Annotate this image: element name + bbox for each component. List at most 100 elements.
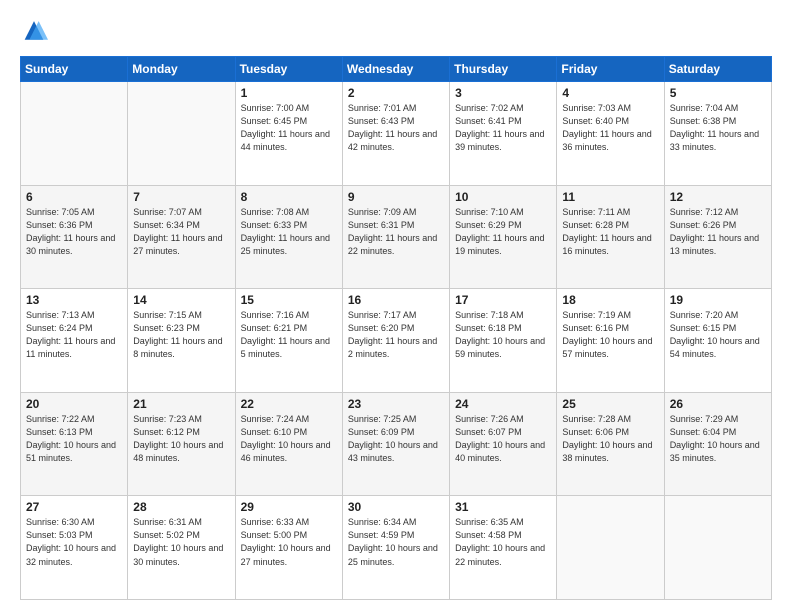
day-number: 16 (348, 293, 444, 307)
day-number: 20 (26, 397, 122, 411)
day-number: 6 (26, 190, 122, 204)
day-number: 4 (562, 86, 658, 100)
day-number: 23 (348, 397, 444, 411)
day-info: Sunrise: 7:15 AMSunset: 6:23 PMDaylight:… (133, 309, 229, 361)
calendar-cell: 26 Sunrise: 7:29 AMSunset: 6:04 PMDayligh… (664, 392, 771, 496)
day-info: Sunrise: 7:22 AMSunset: 6:13 PMDaylight:… (26, 413, 122, 465)
day-number: 5 (670, 86, 766, 100)
col-header-wednesday: Wednesday (342, 57, 449, 82)
calendar-cell: 30Sunrise: 6:34 AMSunset: 4:59 PMDayligh… (342, 496, 449, 600)
day-number: 14 (133, 293, 229, 307)
calendar-cell: 3Sunrise: 7:02 AMSunset: 6:41 PMDaylight… (450, 82, 557, 186)
day-number: 2 (348, 86, 444, 100)
day-info: Sunrise: 7:09 AMSunset: 6:31 PMDaylight:… (348, 206, 444, 258)
day-info: Sunrise: 7:02 AMSunset: 6:41 PMDaylight:… (455, 102, 551, 154)
calendar-cell (557, 496, 664, 600)
calendar-cell: 9 Sunrise: 7:09 AMSunset: 6:31 PMDaylight… (342, 185, 449, 289)
calendar-cell: 11 Sunrise: 7:11 AMSunset: 6:28 PMDayligh… (557, 185, 664, 289)
day-info: Sunrise: 6:34 AMSunset: 4:59 PMDaylight:… (348, 516, 444, 568)
calendar-week-1: 1Sunrise: 7:00 AMSunset: 6:45 PMDaylight… (21, 82, 772, 186)
calendar-cell: 13 Sunrise: 7:13 AMSunset: 6:24 PMDayligh… (21, 289, 128, 393)
day-info: Sunrise: 7:29 AMSunset: 6:04 PMDaylight:… (670, 413, 766, 465)
day-number: 25 (562, 397, 658, 411)
day-info: Sunrise: 7:25 AMSunset: 6:09 PMDaylight:… (348, 413, 444, 465)
col-header-sunday: Sunday (21, 57, 128, 82)
day-info: Sunrise: 7:17 AMSunset: 6:20 PMDaylight:… (348, 309, 444, 361)
logo (20, 18, 52, 46)
calendar-week-5: 27 Sunrise: 6:30 AMSunset: 5:03 PMDayligh… (21, 496, 772, 600)
col-header-thursday: Thursday (450, 57, 557, 82)
calendar-table: SundayMondayTuesdayWednesdayThursdayFrid… (20, 56, 772, 600)
day-info: Sunrise: 7:07 AMSunset: 6:34 PMDaylight:… (133, 206, 229, 258)
day-number: 17 (455, 293, 551, 307)
day-info: Sunrise: 7:26 AMSunset: 6:07 PMDaylight:… (455, 413, 551, 465)
day-info: Sunrise: 7:24 AMSunset: 6:10 PMDaylight:… (241, 413, 337, 465)
calendar-cell: 29 Sunrise: 6:33 AMSunset: 5:00 PMDayligh… (235, 496, 342, 600)
day-number: 19 (670, 293, 766, 307)
calendar-week-4: 20 Sunrise: 7:22 AMSunset: 6:13 PMDayligh… (21, 392, 772, 496)
calendar-cell: 25 Sunrise: 7:28 AMSunset: 6:06 PMDayligh… (557, 392, 664, 496)
col-header-friday: Friday (557, 57, 664, 82)
day-info: Sunrise: 7:05 AMSunset: 6:36 PMDaylight:… (26, 206, 122, 258)
day-info: Sunrise: 7:12 AMSunset: 6:26 PMDaylight:… (670, 206, 766, 258)
col-header-tuesday: Tuesday (235, 57, 342, 82)
day-info: Sunrise: 6:35 AMSunset: 4:58 PMDaylight:… (455, 516, 551, 568)
day-number: 21 (133, 397, 229, 411)
day-number: 11 (562, 190, 658, 204)
day-number: 10 (455, 190, 551, 204)
day-info: Sunrise: 7:20 AMSunset: 6:15 PMDaylight:… (670, 309, 766, 361)
day-number: 1 (241, 86, 337, 100)
calendar-cell: 19 Sunrise: 7:20 AMSunset: 6:15 PMDayligh… (664, 289, 771, 393)
day-info: Sunrise: 7:04 AMSunset: 6:38 PMDaylight:… (670, 102, 766, 154)
day-number: 15 (241, 293, 337, 307)
day-info: Sunrise: 7:03 AMSunset: 6:40 PMDaylight:… (562, 102, 658, 154)
day-number: 26 (670, 397, 766, 411)
calendar-cell: 28Sunrise: 6:31 AMSunset: 5:02 PMDayligh… (128, 496, 235, 600)
calendar-cell: 1Sunrise: 7:00 AMSunset: 6:45 PMDaylight… (235, 82, 342, 186)
calendar-cell: 2Sunrise: 7:01 AMSunset: 6:43 PMDaylight… (342, 82, 449, 186)
day-info: Sunrise: 6:30 AMSunset: 5:03 PMDaylight:… (26, 516, 122, 568)
calendar-cell (664, 496, 771, 600)
day-number: 24 (455, 397, 551, 411)
day-number: 31 (455, 500, 551, 514)
calendar-cell: 15 Sunrise: 7:16 AMSunset: 6:21 PMDayligh… (235, 289, 342, 393)
day-info: Sunrise: 7:18 AMSunset: 6:18 PMDaylight:… (455, 309, 551, 361)
calendar-cell: 31 Sunrise: 6:35 AMSunset: 4:58 PMDayligh… (450, 496, 557, 600)
calendar-cell: 4 Sunrise: 7:03 AMSunset: 6:40 PMDaylight… (557, 82, 664, 186)
calendar-cell: 24 Sunrise: 7:26 AMSunset: 6:07 PMDayligh… (450, 392, 557, 496)
calendar-cell: 27 Sunrise: 6:30 AMSunset: 5:03 PMDayligh… (21, 496, 128, 600)
day-info: Sunrise: 7:11 AMSunset: 6:28 PMDaylight:… (562, 206, 658, 258)
calendar-cell (21, 82, 128, 186)
calendar-cell (128, 82, 235, 186)
col-header-saturday: Saturday (664, 57, 771, 82)
day-number: 9 (348, 190, 444, 204)
calendar-cell: 20 Sunrise: 7:22 AMSunset: 6:13 PMDayligh… (21, 392, 128, 496)
calendar-cell: 18Sunrise: 7:19 AMSunset: 6:16 PMDayligh… (557, 289, 664, 393)
page-header (20, 18, 772, 46)
calendar-cell: 17 Sunrise: 7:18 AMSunset: 6:18 PMDayligh… (450, 289, 557, 393)
calendar-cell: 14 Sunrise: 7:15 AMSunset: 6:23 PMDayligh… (128, 289, 235, 393)
day-number: 27 (26, 500, 122, 514)
day-info: Sunrise: 7:28 AMSunset: 6:06 PMDaylight:… (562, 413, 658, 465)
day-info: Sunrise: 6:33 AMSunset: 5:00 PMDaylight:… (241, 516, 337, 568)
calendar-cell: 22 Sunrise: 7:24 AMSunset: 6:10 PMDayligh… (235, 392, 342, 496)
day-number: 8 (241, 190, 337, 204)
day-info: Sunrise: 7:08 AMSunset: 6:33 PMDaylight:… (241, 206, 337, 258)
day-number: 28 (133, 500, 229, 514)
calendar-cell: 10Sunrise: 7:10 AMSunset: 6:29 PMDayligh… (450, 185, 557, 289)
calendar-cell: 8 Sunrise: 7:08 AMSunset: 6:33 PMDaylight… (235, 185, 342, 289)
calendar-cell: 21 Sunrise: 7:23 AMSunset: 6:12 PMDayligh… (128, 392, 235, 496)
day-number: 7 (133, 190, 229, 204)
calendar-week-2: 6 Sunrise: 7:05 AMSunset: 6:36 PMDaylight… (21, 185, 772, 289)
calendar-cell: 12 Sunrise: 7:12 AMSunset: 6:26 PMDayligh… (664, 185, 771, 289)
day-info: Sunrise: 7:23 AMSunset: 6:12 PMDaylight:… (133, 413, 229, 465)
day-number: 22 (241, 397, 337, 411)
calendar-cell: 7 Sunrise: 7:07 AMSunset: 6:34 PMDaylight… (128, 185, 235, 289)
day-info: Sunrise: 7:16 AMSunset: 6:21 PMDaylight:… (241, 309, 337, 361)
logo-icon (20, 18, 48, 46)
day-info: Sunrise: 7:13 AMSunset: 6:24 PMDaylight:… (26, 309, 122, 361)
day-number: 13 (26, 293, 122, 307)
day-info: Sunrise: 7:19 AMSunset: 6:16 PMDaylight:… (562, 309, 658, 361)
day-number: 12 (670, 190, 766, 204)
day-number: 29 (241, 500, 337, 514)
